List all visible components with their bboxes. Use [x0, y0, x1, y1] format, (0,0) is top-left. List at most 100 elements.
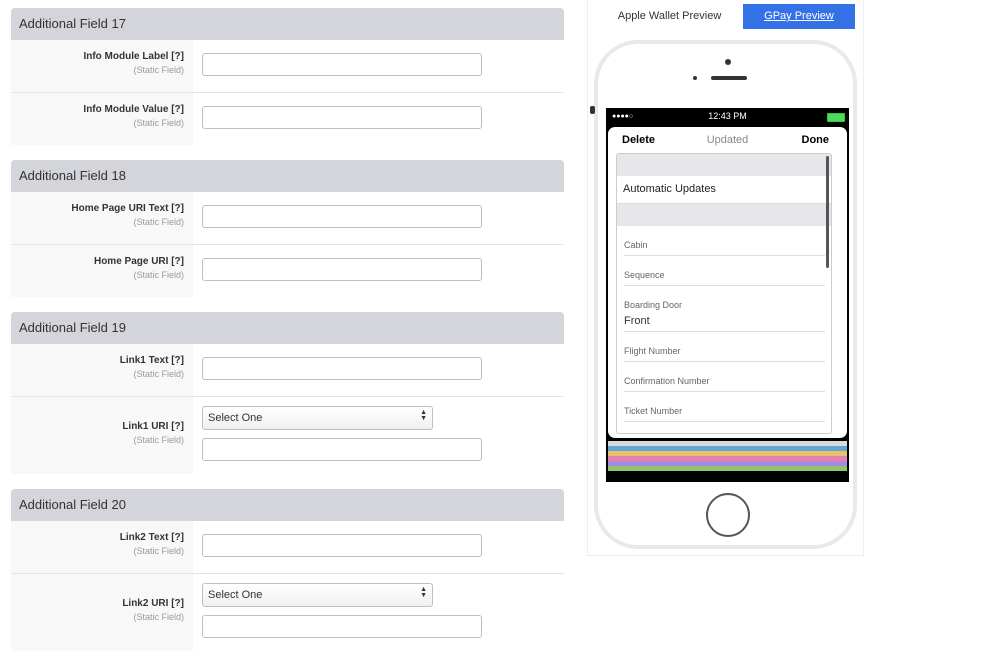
field-control-cell	[193, 344, 564, 396]
static-field-note: (Static Field)	[133, 612, 184, 622]
fields-panel: Additional Field 17 Info Module Label [?]…	[11, 8, 564, 666]
static-field-note: (Static Field)	[133, 435, 184, 445]
field-label-cell: Home Page URI [?] (Static Field)	[11, 245, 193, 297]
stacked-passes	[608, 441, 847, 471]
list-separator	[617, 154, 831, 176]
tab-apple-wallet-preview[interactable]: Apple Wallet Preview	[596, 4, 743, 29]
section-title: Additional Field 18	[11, 160, 564, 192]
help-link[interactable]: [?]	[171, 532, 184, 543]
field-label-text: Info Module Value	[83, 104, 169, 115]
static-field-note: (Static Field)	[133, 546, 184, 556]
field-label-cell: Link1 URI [?] (Static Field)	[11, 397, 193, 474]
automatic-updates-row[interactable]: Automatic Updates	[617, 176, 831, 204]
battery-icon	[827, 113, 845, 122]
text-input[interactable]	[202, 106, 482, 129]
field-label: Link1 URI [?]	[11, 421, 184, 432]
text-input[interactable]	[202, 615, 482, 638]
scrollbar[interactable]	[826, 156, 829, 268]
select-arrows-icon: ▲ ▼	[420, 409, 427, 422]
additional-field-section: Additional Field 18 Home Page URI Text [?…	[11, 160, 564, 297]
section-title: Additional Field 19	[11, 312, 564, 344]
field-control-cell	[193, 40, 564, 92]
form-row: Link2 URI [?] (Static Field) Select One ▲ ▼	[11, 574, 564, 651]
help-link[interactable]: [?]	[171, 203, 184, 214]
section-title: Additional Field 20	[11, 489, 564, 521]
select-value: Select One	[208, 412, 263, 424]
field-label-text: Info Module Label	[83, 51, 169, 62]
list-separator	[617, 204, 831, 226]
uri-type-select[interactable]: Select One ▲ ▼	[202, 583, 433, 607]
select-value: Select One	[208, 589, 263, 601]
form-row: Home Page URI Text [?] (Static Field)	[11, 192, 564, 245]
field-label-cell: Info Module Value [?] (Static Field)	[11, 93, 193, 145]
text-input[interactable]	[202, 438, 482, 461]
static-field-note: (Static Field)	[133, 369, 184, 379]
help-link[interactable]: [?]	[171, 421, 184, 432]
help-link[interactable]: [?]	[171, 51, 184, 62]
field-control-cell	[193, 93, 564, 145]
phone-side-button	[590, 106, 595, 114]
card-toolbar: Delete Updated Done	[608, 127, 847, 153]
static-field-note: (Static Field)	[133, 270, 184, 280]
field-label: Home Page URI [?]	[11, 256, 184, 267]
status-time: 12:43 PM	[708, 111, 747, 121]
field-label-text: Link2 Text	[119, 532, 169, 543]
form-row: Info Module Value [?] (Static Field)	[11, 93, 564, 145]
help-link[interactable]: [?]	[171, 104, 184, 115]
text-input[interactable]	[202, 53, 482, 76]
field-label-text: Link1 URI	[122, 421, 169, 432]
pass-back-card: Delete Updated Done Automatic Updates Ca…	[608, 127, 847, 438]
additional-field-section: Additional Field 17 Info Module Label [?]…	[11, 8, 564, 145]
pass-field-item: Flight Number	[624, 332, 825, 362]
pass-details-list[interactable]: Automatic Updates Cabin Sequence Boarding …	[616, 153, 832, 434]
pass-field-label: Flight Number	[624, 346, 681, 356]
home-button[interactable]	[706, 493, 750, 537]
sensor-icon	[693, 76, 697, 80]
static-field-note: (Static Field)	[133, 118, 184, 128]
preview-panel: Apple Wallet Preview GPay Preview ●●●●○ …	[587, 0, 864, 556]
field-control-cell	[193, 521, 564, 573]
help-link[interactable]: [?]	[171, 256, 184, 267]
field-label: Link1 Text [?]	[11, 355, 184, 366]
pass-field-item: Sequence	[624, 256, 825, 286]
pass-field-label: Cabin	[624, 240, 648, 250]
form-row: Home Page URI [?] (Static Field)	[11, 245, 564, 297]
field-label: Info Module Value [?]	[11, 104, 184, 115]
done-button[interactable]: Done	[802, 134, 830, 146]
field-label: Link2 URI [?]	[11, 598, 184, 609]
tab-gpay-preview[interactable]: GPay Preview	[743, 4, 855, 29]
pass-field-label: Confirmation Number	[624, 376, 710, 386]
pass-field-item: Confirmation Number	[624, 362, 825, 392]
field-label-cell: Link2 URI [?] (Static Field)	[11, 574, 193, 651]
text-input[interactable]	[202, 357, 482, 380]
additional-field-section: Additional Field 20 Link2 Text [?] (Static…	[11, 489, 564, 651]
text-input[interactable]	[202, 258, 482, 281]
text-input[interactable]	[202, 534, 482, 557]
pass-field-value: Front	[624, 315, 650, 327]
form-row: Link1 Text [?] (Static Field)	[11, 344, 564, 397]
field-label-text: Link1 Text	[119, 355, 169, 366]
form-row: Link1 URI [?] (Static Field) Select One ▲ ▼	[11, 397, 564, 474]
form-row: Link2 Text [?] (Static Field)	[11, 521, 564, 574]
form-row: Info Module Label [?] (Static Field)	[11, 40, 564, 93]
phone-screen: ●●●●○ 12:43 PM Delete Updated Done Autom…	[606, 108, 849, 482]
help-link[interactable]: [?]	[171, 598, 184, 609]
section-title: Additional Field 17	[11, 8, 564, 40]
text-input[interactable]	[202, 205, 482, 228]
field-label-cell: Info Module Label [?] (Static Field)	[11, 40, 193, 92]
field-label: Home Page URI Text [?]	[11, 203, 184, 214]
pass-field-item: Cabin	[624, 226, 825, 256]
field-control-cell	[193, 192, 564, 244]
speaker-icon	[711, 76, 747, 80]
help-link[interactable]: [?]	[171, 355, 184, 366]
field-label-text: Home Page URI	[93, 256, 169, 267]
field-control-cell: Select One ▲ ▼	[193, 397, 564, 474]
status-bar: ●●●●○ 12:43 PM	[606, 108, 849, 125]
uri-type-select[interactable]: Select One ▲ ▼	[202, 406, 433, 430]
pass-field-item: Ticket Number	[624, 392, 825, 422]
select-arrows-icon: ▲ ▼	[420, 586, 427, 599]
static-field-note: (Static Field)	[133, 217, 184, 227]
field-control-cell	[193, 245, 564, 297]
stacked-pass-edge	[608, 466, 847, 471]
field-control-cell: Select One ▲ ▼	[193, 574, 564, 651]
